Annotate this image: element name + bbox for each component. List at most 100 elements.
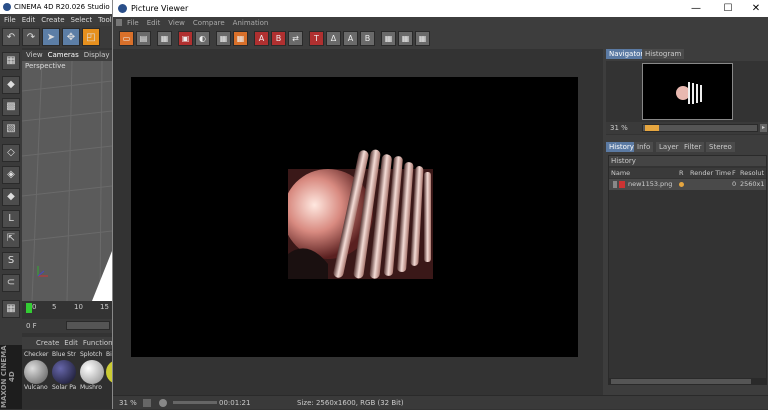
scrollbar-thumb[interactable] xyxy=(611,379,751,384)
save-icon[interactable]: ▤ xyxy=(136,31,151,46)
material-menu-function[interactable]: Function xyxy=(83,337,113,349)
material-menu-edit[interactable]: Edit xyxy=(64,337,78,349)
pv-menu-edit[interactable]: Edit xyxy=(147,17,161,29)
history-scrollbar[interactable] xyxy=(609,378,766,385)
open-icon[interactable]: ▭ xyxy=(119,31,134,46)
material-menu-create[interactable]: Create xyxy=(36,337,59,349)
pv-title-bar[interactable]: Picture Viewer — ☐ ✕ xyxy=(113,0,768,17)
navigator-zoom-slider[interactable] xyxy=(642,124,758,132)
filter-icon[interactable]: ▦ xyxy=(398,31,413,46)
pv-canvas-area[interactable] xyxy=(113,49,603,395)
redo-icon[interactable]: ↷ xyxy=(22,28,40,46)
snap-icon[interactable]: S xyxy=(2,252,20,270)
close-button[interactable]: ✕ xyxy=(741,0,768,17)
material-preview xyxy=(24,360,48,384)
material-checker[interactable]: Checker Vulcano xyxy=(24,351,50,399)
play-icon[interactable] xyxy=(159,399,167,407)
pv-toolbar: ▭ ▤ ▦ ▣ ◐ ▦ ▦ A B ⇄ T Δ A B ▦ ▦ ▦ xyxy=(113,29,768,49)
navigator-zoom-bar: 31 % ▸ xyxy=(606,122,768,134)
magnet-icon[interactable]: ⊂ xyxy=(2,274,20,292)
polygons-mode-icon[interactable]: ◆ xyxy=(2,188,20,206)
compare-a-icon[interactable]: ▦ xyxy=(216,31,231,46)
material-label: Mushro xyxy=(80,384,102,391)
pointer-icon[interactable]: ➤ xyxy=(42,28,60,46)
status-zoom[interactable]: 31 % xyxy=(119,396,137,410)
menu-file[interactable]: File xyxy=(4,14,16,26)
material-label: Blue Str xyxy=(52,351,76,358)
pv-menu-animation[interactable]: Animation xyxy=(233,17,269,29)
navigator-zoom-value: 31 % xyxy=(610,124,628,132)
column-resolution[interactable]: Resolut xyxy=(740,168,764,178)
workplane-icon[interactable]: ▧ xyxy=(2,120,20,138)
tab-histogram[interactable]: Histogram xyxy=(642,49,685,59)
move-icon[interactable]: ✥ xyxy=(62,28,80,46)
navigator-thumbnail-image xyxy=(643,64,732,119)
zoom-slider-handle[interactable] xyxy=(645,125,659,131)
stereo-icon[interactable]: ▦ xyxy=(381,31,396,46)
viewport-menu-display[interactable]: Display xyxy=(84,50,110,61)
menu-select[interactable]: Select xyxy=(71,14,93,26)
history-row[interactable]: new1153.png 0 2560x1 xyxy=(609,179,766,190)
edges-mode-icon[interactable]: ◈ xyxy=(2,166,20,184)
history-columns: Name R Render Time F Resolut xyxy=(609,168,766,178)
set-b-icon[interactable]: B xyxy=(271,31,286,46)
film-icon[interactable]: ▦ xyxy=(157,31,172,46)
column-name[interactable]: Name xyxy=(611,168,630,178)
layer-icon[interactable]: ▦ xyxy=(415,31,430,46)
timeline[interactable]: 0 5 10 15 xyxy=(22,301,112,319)
zoom-stepper-icon[interactable]: ▸ xyxy=(760,124,767,132)
c4d-viewport[interactable]: Perspective xyxy=(22,61,112,301)
pv-status-bar: 31 % 00:01:21 Size: 2560x1600, RGB (32 B… xyxy=(113,395,768,409)
diff-icon[interactable]: Δ xyxy=(326,31,341,46)
render-region-icon[interactable]: ▣ xyxy=(178,31,193,46)
tweak-mode-icon[interactable]: ⇱ xyxy=(2,230,20,248)
menu-edit[interactable]: Edit xyxy=(22,14,36,26)
material-label: Splotch xyxy=(80,351,103,358)
pv-menubar: File Edit View Compare Animation xyxy=(113,17,768,29)
pv-menu-compare[interactable]: Compare xyxy=(193,17,225,29)
maximize-button[interactable]: ☐ xyxy=(713,0,743,17)
tab-info[interactable]: Info xyxy=(634,142,654,152)
material-blue-stripes[interactable]: Blue Str Solar Pa xyxy=(52,351,78,399)
swap-icon[interactable]: ⇄ xyxy=(288,31,303,46)
current-frame-field[interactable]: 0 F xyxy=(26,322,37,330)
zoom-dropdown-icon[interactable] xyxy=(143,399,151,407)
tab-stereo[interactable]: Stereo xyxy=(706,142,735,152)
material-label: Solar Pa xyxy=(52,384,77,391)
set-a-icon[interactable]: A xyxy=(254,31,269,46)
tab-history[interactable]: History xyxy=(606,142,637,152)
compare-b-icon[interactable]: ▦ xyxy=(233,31,248,46)
texture-mode-icon[interactable]: ▩ xyxy=(2,98,20,116)
navigator-thumbnail[interactable] xyxy=(642,63,733,120)
channel-b-icon[interactable]: B xyxy=(360,31,375,46)
scale-icon[interactable]: ◰ xyxy=(82,28,100,46)
minimize-button[interactable]: — xyxy=(681,0,711,17)
grid-icon[interactable]: ▦ xyxy=(2,300,20,318)
channel-a-icon[interactable]: A xyxy=(343,31,358,46)
tab-filter[interactable]: Filter xyxy=(681,142,705,152)
make-editable-icon[interactable]: ▦ xyxy=(2,52,20,70)
pv-menu-file[interactable]: File xyxy=(127,17,139,29)
model-mode-icon[interactable]: ◆ xyxy=(2,76,20,94)
viewport-menu-view[interactable]: View xyxy=(26,50,43,61)
menu-create[interactable]: Create xyxy=(41,14,64,26)
axis-mode-icon[interactable]: L xyxy=(2,210,20,228)
points-mode-icon[interactable]: ◇ xyxy=(2,144,20,162)
frame-slider[interactable] xyxy=(66,321,110,330)
history-panel: History Name R Render Time F Resolut new… xyxy=(608,155,767,385)
column-r[interactable]: R xyxy=(679,168,684,178)
pv-menu-view[interactable]: View xyxy=(168,17,185,29)
rendered-image[interactable] xyxy=(131,77,578,357)
render-view-icon[interactable]: ◐ xyxy=(195,31,210,46)
viewport-menubar: View Cameras Display xyxy=(22,50,112,61)
viewport-menu-cameras[interactable]: Cameras xyxy=(48,50,79,61)
tab-layer[interactable]: Layer xyxy=(656,142,682,152)
column-render-time[interactable]: Render Time xyxy=(690,168,731,178)
c4d-menubar: File Edit Create Select Tools xyxy=(0,14,115,26)
text-overlay-icon[interactable]: T xyxy=(309,31,324,46)
undo-icon[interactable]: ↶ xyxy=(2,28,20,46)
column-f[interactable]: F xyxy=(732,168,736,178)
tab-navigator[interactable]: Navigator xyxy=(606,49,647,59)
material-splotch[interactable]: Splotch Mushro xyxy=(80,351,106,399)
playback-progress[interactable] xyxy=(173,401,217,404)
